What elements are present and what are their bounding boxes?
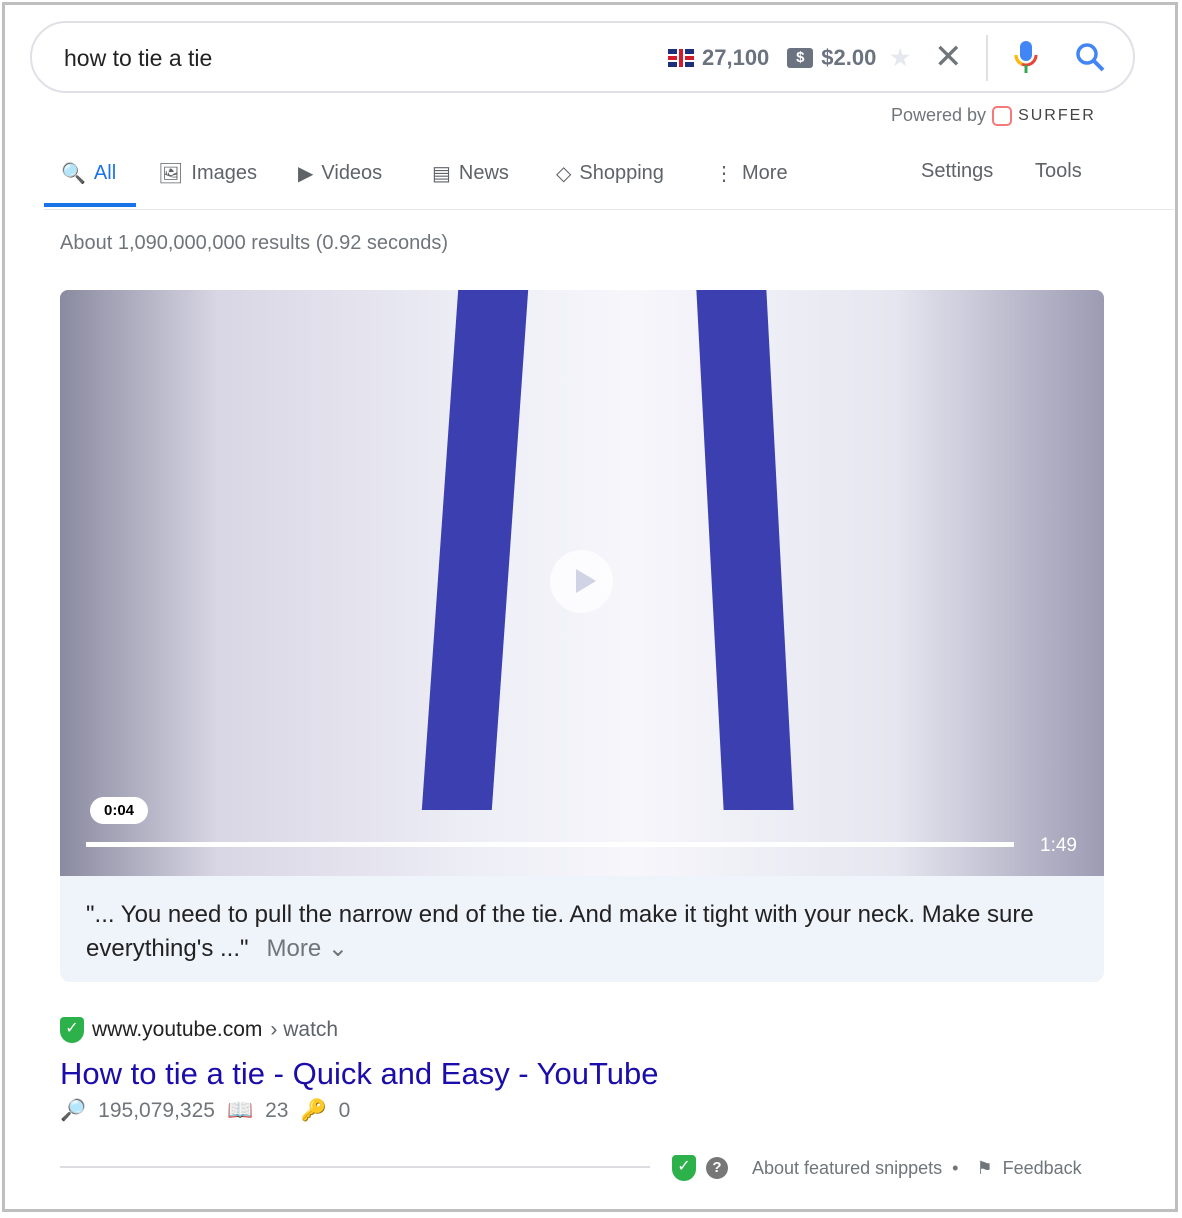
tab-all[interactable]: 🔍 All xyxy=(61,161,116,186)
snippet-quote: "... You need to pull the narrow end of … xyxy=(86,901,1034,962)
tab-label: News xyxy=(458,162,509,184)
video-frame-tie-left xyxy=(421,290,529,810)
result-domain: www.youtube.com xyxy=(92,1018,263,1041)
tab-videos[interactable]: ▶ Videos xyxy=(298,161,382,186)
search-volume: 27,100 xyxy=(702,45,770,70)
help-icon[interactable]: ? xyxy=(706,1157,728,1179)
image-icon: 🖼 xyxy=(158,163,184,185)
feedback-icon: ⚑ xyxy=(976,1157,993,1178)
search-icon[interactable] xyxy=(1074,41,1106,73)
snippet-text: "... You need to pull the narrow end of … xyxy=(60,876,1104,982)
news-icon: ▤ xyxy=(432,163,451,185)
tab-shopping[interactable]: ◇ Shopping xyxy=(556,161,664,186)
tab-images[interactable]: 🖼 Images xyxy=(158,161,257,186)
tab-more[interactable]: ⋮ More xyxy=(714,161,788,186)
snippet-footer: ✓? About featured snippets • ⚑ Feedback xyxy=(672,1155,1082,1181)
about-featured-snippets-link[interactable]: About featured snippets xyxy=(752,1158,942,1179)
tab-label: Images xyxy=(191,162,257,184)
more-vert-icon: ⋮ xyxy=(714,163,734,185)
tag-icon: ◇ xyxy=(556,163,572,185)
play-button[interactable] xyxy=(550,550,613,613)
cpc-value: $2.00 xyxy=(821,45,877,70)
tab-settings[interactable]: Settings xyxy=(921,160,993,183)
result-url[interactable]: ✓ www.youtube.com › watch xyxy=(60,1017,338,1043)
result-title-link[interactable]: How to tie a tie - Quick and Easy - YouT… xyxy=(60,1056,659,1092)
video-duration: 1:49 xyxy=(1040,835,1077,856)
video-scrubber[interactable] xyxy=(86,842,1014,847)
magnifier-icon: 🔎 xyxy=(60,1099,87,1122)
video-player[interactable]: 0:04 1:49 xyxy=(60,290,1104,876)
tab-label: Videos xyxy=(321,162,383,184)
surfer-brand: SURFER xyxy=(1018,106,1096,124)
more-link[interactable]: More ⌄ xyxy=(267,935,348,962)
views: 195,079,325 xyxy=(98,1099,215,1122)
keys: 0 xyxy=(338,1099,351,1122)
tab-tools[interactable]: Tools xyxy=(1035,160,1082,183)
tab-news[interactable]: ▤ News xyxy=(432,161,509,186)
search-tabs: 🔍 All 🖼 Images ▶ Videos ▤ News ◇ Shopping ⋮ Mo… xyxy=(44,150,1174,210)
book-icon: 📖 xyxy=(226,1099,254,1122)
words: 23 xyxy=(265,1099,289,1122)
more-label: More xyxy=(266,935,322,962)
star-icon[interactable]: ★ xyxy=(890,45,910,71)
separator: • xyxy=(952,1157,959,1178)
play-icon: ▶ xyxy=(298,163,314,185)
powered-by: Powered by SURFER xyxy=(891,105,1096,126)
tab-label: Shopping xyxy=(579,162,664,184)
divider xyxy=(60,1166,650,1168)
current-time: 0:04 xyxy=(90,797,149,824)
search-icon: 🔍 xyxy=(61,163,86,185)
microphone-icon[interactable] xyxy=(1014,39,1038,75)
video-frame-tie-right xyxy=(696,290,794,810)
clear-icon[interactable]: ✕ xyxy=(934,37,963,77)
uk-flag-icon xyxy=(668,49,694,67)
result-path: › watch xyxy=(270,1018,339,1041)
dollar-icon: $ xyxy=(787,48,814,68)
tab-label: More xyxy=(742,162,788,184)
verified-shield-icon: ✓ xyxy=(672,1155,696,1181)
verified-shield-icon: ✓ xyxy=(60,1017,84,1043)
tab-label: All xyxy=(93,162,117,184)
powered-label: Powered by xyxy=(891,105,987,125)
search-box[interactable]: how to tie a tie 27,100 $ $2.00 ★ ✕ xyxy=(30,21,1135,93)
surfer-logo-icon xyxy=(992,105,1013,126)
result-stats: About 1,090,000,000 results (0.92 second… xyxy=(60,232,449,254)
key-icon: 🔑 xyxy=(300,1099,327,1122)
divider xyxy=(986,35,988,81)
active-tab-indicator xyxy=(44,203,136,207)
keyword-metrics: 27,100 $ $2.00 ★ xyxy=(668,45,910,71)
result-metrics: 🔎 195,079,325 📖 23 🔑 0 xyxy=(60,1099,350,1123)
feedback-link[interactable]: Feedback xyxy=(1003,1158,1082,1179)
search-input[interactable]: how to tie a tie xyxy=(64,45,212,72)
